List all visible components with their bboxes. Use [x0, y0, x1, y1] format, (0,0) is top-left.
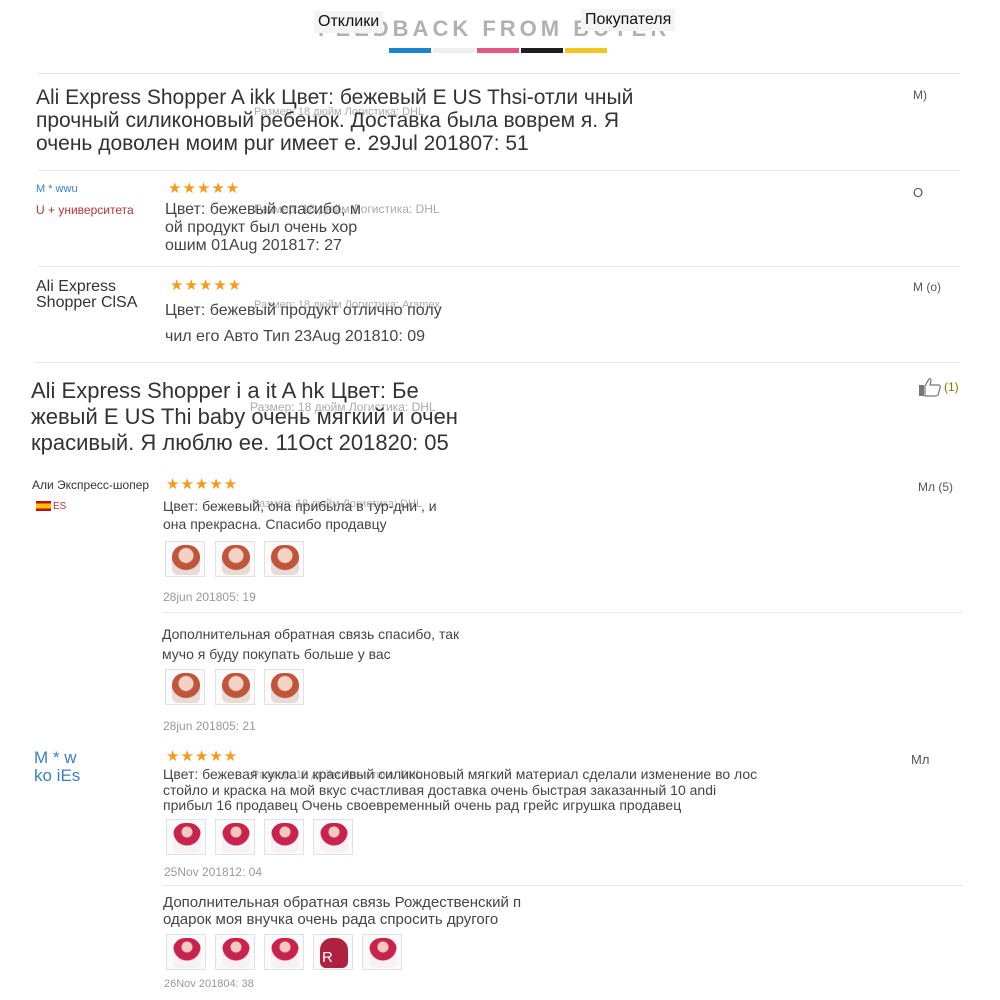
followup-date: 26Nov 201804: 38 — [164, 978, 254, 990]
review-photo-thumbnail[interactable] — [166, 934, 206, 970]
followup-date: 28jun 201805: 21 — [163, 719, 256, 733]
doll-photo — [173, 823, 201, 853]
review-photo-thumbnail[interactable] — [215, 819, 255, 855]
reviewer-location: U + университета — [36, 203, 134, 217]
reviewer-name[interactable]: M * w ko iEs — [34, 749, 94, 785]
doll-photo — [172, 545, 200, 575]
color-bar-blue — [389, 48, 431, 53]
star-rating: ★★★★★ — [166, 476, 239, 493]
review-photo-thumbnail[interactable] — [165, 669, 205, 705]
photo-badge: R — [322, 949, 333, 966]
doll-photo — [173, 938, 201, 968]
review-photo-thumbnail[interactable] — [264, 934, 304, 970]
review-photo-thumbnail[interactable] — [264, 541, 304, 577]
divider — [38, 266, 960, 267]
doll-photo — [320, 823, 348, 853]
review-photo-thumbnail[interactable] — [264, 819, 304, 855]
review-text: Цвет: бежевый спасибо, м ой продукт был … — [165, 201, 361, 254]
tab-feedback[interactable]: Отклики — [314, 11, 384, 33]
doll-photo — [271, 545, 299, 575]
doll-photo — [271, 938, 299, 968]
doll-photo — [172, 673, 200, 703]
review-side-label: O — [913, 185, 924, 200]
review-side-label: Мл — [911, 752, 930, 767]
review-text: Цвет: бежевая кукла и красивый силиконов… — [163, 766, 758, 813]
color-bar-white — [433, 48, 475, 53]
review-photo-thumbnail[interactable] — [215, 541, 255, 577]
country-code: ES — [53, 501, 67, 512]
star-rating: ★★★★★ — [170, 277, 243, 294]
review-text: Цвет: бежевый продукт отлично полу — [165, 302, 442, 319]
tab-buyer[interactable]: Покупателя — [581, 9, 676, 31]
review-text: Ali Express Shopper i a it A hk Цвет: Бе… — [31, 378, 458, 455]
color-bar-yellow — [565, 48, 607, 53]
review-text-continued: чил его Авто Тип 23Aug 201810: 09 — [165, 328, 425, 345]
review-photo-thumbnail[interactable] — [215, 934, 255, 970]
doll-photo — [369, 938, 397, 968]
review-photo-thumbnail[interactable]: R — [313, 934, 353, 970]
followup-text: Дополнительная обратная связь спасибо, т… — [162, 626, 460, 662]
review-text: Ali Express Shopper A ikk Цвет: бежевый … — [36, 86, 634, 155]
thumbs-up-icon[interactable] — [918, 377, 942, 397]
review-side-label: Мл (5) — [918, 480, 953, 494]
star-rating: ★★★★★ — [166, 748, 239, 765]
doll-photo — [222, 673, 250, 703]
divider — [163, 885, 963, 886]
like-count: (1) — [944, 380, 959, 394]
doll-photo — [222, 545, 250, 575]
star-rating: ★★★★★ — [168, 180, 241, 197]
followup-text: Дополнительная обратная связь Рождествен… — [163, 894, 522, 928]
review-date: 28jun 201805: 19 — [163, 590, 256, 604]
review-photo-thumbnail[interactable] — [264, 669, 304, 705]
review-date: 25Nov 201812: 04 — [164, 865, 263, 879]
divider — [34, 362, 960, 363]
color-bar-black — [521, 48, 563, 53]
reviewer-name[interactable]: M * wwu — [36, 183, 78, 195]
review-side-label: M (o) — [913, 280, 941, 294]
reviewer-name[interactable]: Али Экспресс-шопер — [32, 478, 149, 492]
divider — [38, 170, 960, 171]
doll-photo — [222, 823, 250, 853]
feedback-header: FEEDBACK FROM BUYER Отклики Покупателя — [0, 0, 1000, 62]
doll-photo — [271, 673, 299, 703]
reviewer-name[interactable]: Ali Express Shopper ClSA — [36, 279, 146, 311]
review-photo-thumbnail[interactable] — [362, 934, 402, 970]
review-text: Цвет: бежевый, она прибыла в тур-дни , и… — [163, 498, 437, 532]
divider — [163, 612, 963, 613]
doll-photo — [271, 823, 299, 853]
color-bar-pink — [477, 48, 519, 53]
review-photo-thumbnail[interactable] — [313, 819, 353, 855]
doll-photo — [222, 938, 250, 968]
spain-flag-icon — [36, 501, 51, 511]
review-side-label: M) — [913, 88, 927, 102]
divider — [38, 73, 960, 74]
review-photo-thumbnail[interactable] — [165, 541, 205, 577]
review-photo-thumbnail[interactable] — [215, 669, 255, 705]
review-photo-thumbnail[interactable] — [166, 819, 206, 855]
